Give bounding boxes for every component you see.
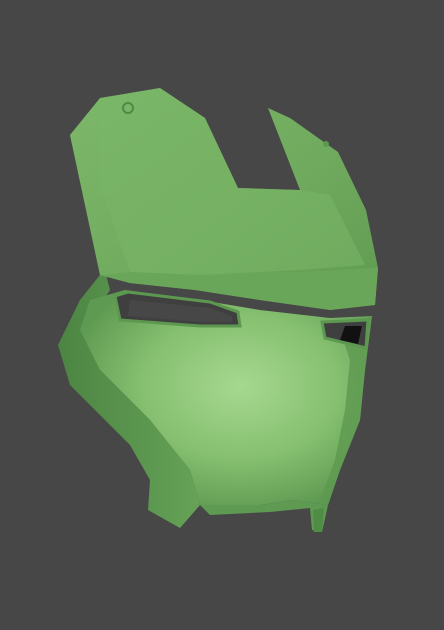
mask-rivet-right	[323, 141, 329, 147]
3d-viewport[interactable]	[0, 0, 444, 630]
mask-model	[58, 88, 378, 532]
